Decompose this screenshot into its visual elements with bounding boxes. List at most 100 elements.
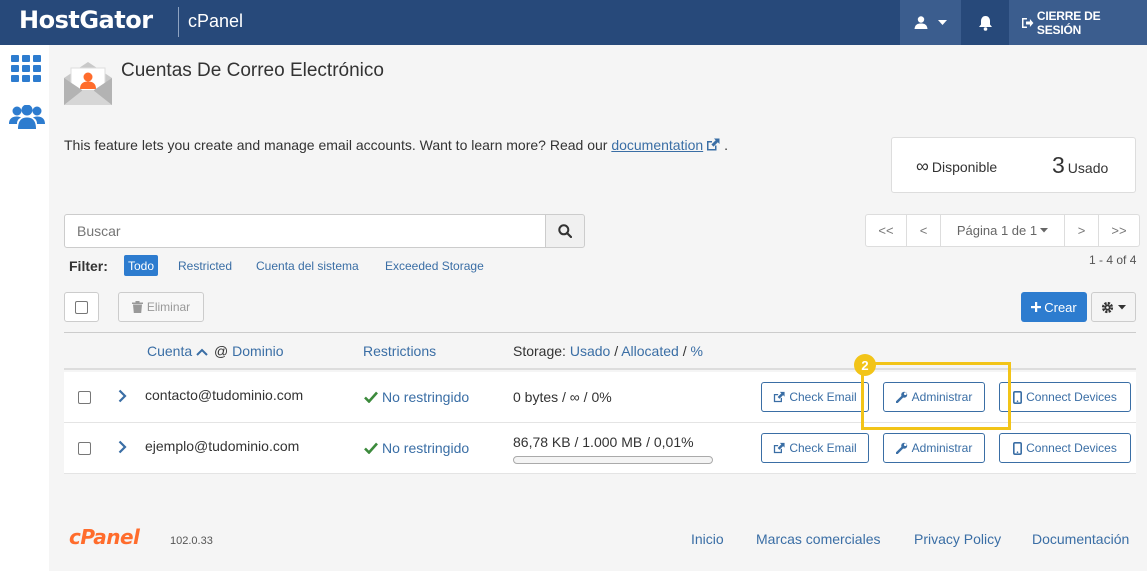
sidebar <box>0 45 49 571</box>
checkbox-box <box>75 300 88 314</box>
results-count: 1 - 4 of 4 <box>1089 253 1137 267</box>
last-page-button[interactable]: >> <box>1098 214 1140 247</box>
description-text: This feature lets you create and manage … <box>64 137 608 153</box>
col-storage-prefix: Storage: <box>513 343 566 359</box>
table-row: ejemplo@tudominio.com No restringido 86,… <box>64 423 1136 474</box>
annotation-step-badge: 2 <box>854 354 876 376</box>
checkmark-icon <box>364 442 378 454</box>
first-page-button[interactable]: << <box>865 214 907 247</box>
row-restriction-label: No restringido <box>382 440 470 456</box>
logo-divider <box>178 7 179 37</box>
documentation-link[interactable]: documentation <box>611 137 720 153</box>
storage-usage-bar <box>513 456 713 464</box>
logout-icon <box>1021 17 1034 28</box>
delete-label: Eliminar <box>146 300 191 314</box>
manage-label: Administrar <box>911 441 973 455</box>
row-storage: 0 bytes / ∞ / 0% <box>513 389 612 405</box>
email-accounts-icon <box>64 62 112 105</box>
gear-icon <box>1101 301 1114 313</box>
sort-domain-link[interactable]: Dominio <box>232 343 283 359</box>
logout-button[interactable]: CIERRE DE SESIÓN <box>1009 0 1147 45</box>
external-link-icon <box>707 138 720 151</box>
documentation-link-label: documentation <box>611 137 704 153</box>
grid-icon[interactable] <box>11 55 41 83</box>
footer-link-documentation[interactable]: Documentación <box>1032 531 1129 547</box>
connect-devices-label: Connect Devices <box>1026 390 1117 404</box>
row-checkbox[interactable] <box>78 391 91 404</box>
col-separator: / <box>682 343 687 359</box>
col-account-label: Cuenta <box>147 343 193 359</box>
prev-page-button[interactable]: < <box>906 214 941 247</box>
search-icon <box>558 224 572 238</box>
chevron-right-icon[interactable] <box>118 440 127 454</box>
sort-up-icon <box>196 348 208 356</box>
sort-used-link[interactable]: Usado <box>570 343 610 359</box>
brand-logo[interactable]: HostGator <box>19 6 153 34</box>
row-restriction-label: No restringido <box>382 389 470 405</box>
pagination: << < Página 1 de 1 > >> <box>865 214 1140 247</box>
filter-restricted[interactable]: Restricted <box>174 255 236 276</box>
connect-devices-button[interactable]: Connect Devices <box>999 382 1131 412</box>
row-checkbox[interactable] <box>78 442 91 455</box>
external-link-icon <box>774 442 785 454</box>
external-link-icon <box>774 391 785 403</box>
filter-all[interactable]: Todo <box>124 255 159 276</box>
create-button[interactable]: Crear <box>1021 292 1087 322</box>
row-email: contacto@tudominio.com <box>145 387 304 403</box>
stat-available-label: Disponible <box>931 159 998 175</box>
sort-account-link[interactable]: Cuenta <box>147 343 210 359</box>
select-all-checkbox[interactable] <box>64 292 99 322</box>
row-storage: 86,78 KB / 1.000 MB / 0,01% <box>513 434 694 450</box>
next-page-button[interactable]: > <box>1064 214 1099 247</box>
settings-dropdown-button[interactable] <box>1091 292 1136 322</box>
page-title: Cuentas De Correo Electrónico <box>121 60 384 81</box>
caret-down-icon <box>1118 304 1126 309</box>
page-select-label: Página 1 de 1 <box>956 223 1038 238</box>
mobile-phone-icon <box>1013 441 1023 455</box>
col-storage: Storage: Usado / Allocated / % <box>513 343 703 359</box>
search-input[interactable] <box>64 214 546 248</box>
footer-link-trademarks[interactable]: Marcas comerciales <box>756 531 880 547</box>
row-restriction[interactable]: No restringido <box>364 389 469 405</box>
plus-icon <box>1031 302 1042 312</box>
stat-available: ∞ Disponible <box>916 156 997 177</box>
wrench-icon <box>895 442 907 454</box>
search-button[interactable] <box>545 214 585 248</box>
page-description: This feature lets you create and manage … <box>64 137 728 153</box>
manage-button[interactable]: Administrar <box>883 433 985 463</box>
delete-button[interactable]: Eliminar <box>118 292 204 322</box>
check-email-button[interactable]: Check Email <box>761 382 869 412</box>
connect-devices-label: Connect Devices <box>1026 441 1117 455</box>
sort-restrictions-link[interactable]: Restrictions <box>363 343 436 359</box>
filter-label: Filter: <box>69 258 108 274</box>
create-label: Crear <box>1044 299 1077 315</box>
chevron-right-icon[interactable] <box>118 389 127 403</box>
check-email-label: Check Email <box>789 441 857 455</box>
cpanel-footer-logo: cPanel <box>69 525 140 549</box>
footer-link-home[interactable]: Inicio <box>691 531 724 547</box>
connect-devices-button[interactable]: Connect Devices <box>999 433 1131 463</box>
row-restriction[interactable]: No restringido <box>364 440 469 456</box>
sort-allocated-link[interactable]: Allocated <box>621 343 679 359</box>
annotation-highlight-box <box>861 362 1011 430</box>
user-menu-button[interactable] <box>900 0 961 45</box>
sort-percent-link[interactable]: % <box>690 343 702 359</box>
check-email-label: Check Email <box>789 390 857 404</box>
infinity-symbol: ∞ <box>916 156 929 176</box>
logout-label: CIERRE DE SESIÓN <box>1036 8 1101 37</box>
bell-icon <box>978 15 992 31</box>
col-separator: / <box>614 343 619 359</box>
col-account-domain: Cuenta @ Dominio <box>147 343 284 359</box>
filter-system-account[interactable]: Cuenta del sistema <box>252 255 363 276</box>
row-email: ejemplo@tudominio.com <box>145 438 300 454</box>
filter-exceeded-storage[interactable]: Exceeded Storage <box>381 255 488 276</box>
notifications-button[interactable] <box>961 0 1009 45</box>
users-icon[interactable] <box>9 105 45 131</box>
checkmark-icon <box>364 391 378 403</box>
check-email-button[interactable]: Check Email <box>761 433 869 463</box>
footer-link-privacy[interactable]: Privacy Policy <box>914 531 1001 547</box>
account-stats-panel: ∞ Disponible 3 Usado <box>891 137 1136 193</box>
page-select[interactable]: Página 1 de 1 <box>940 214 1065 247</box>
product-name: cPanel <box>188 11 244 31</box>
top-bar: HostGator cPanel CIERRE DE SESIÓN <box>0 0 1147 45</box>
